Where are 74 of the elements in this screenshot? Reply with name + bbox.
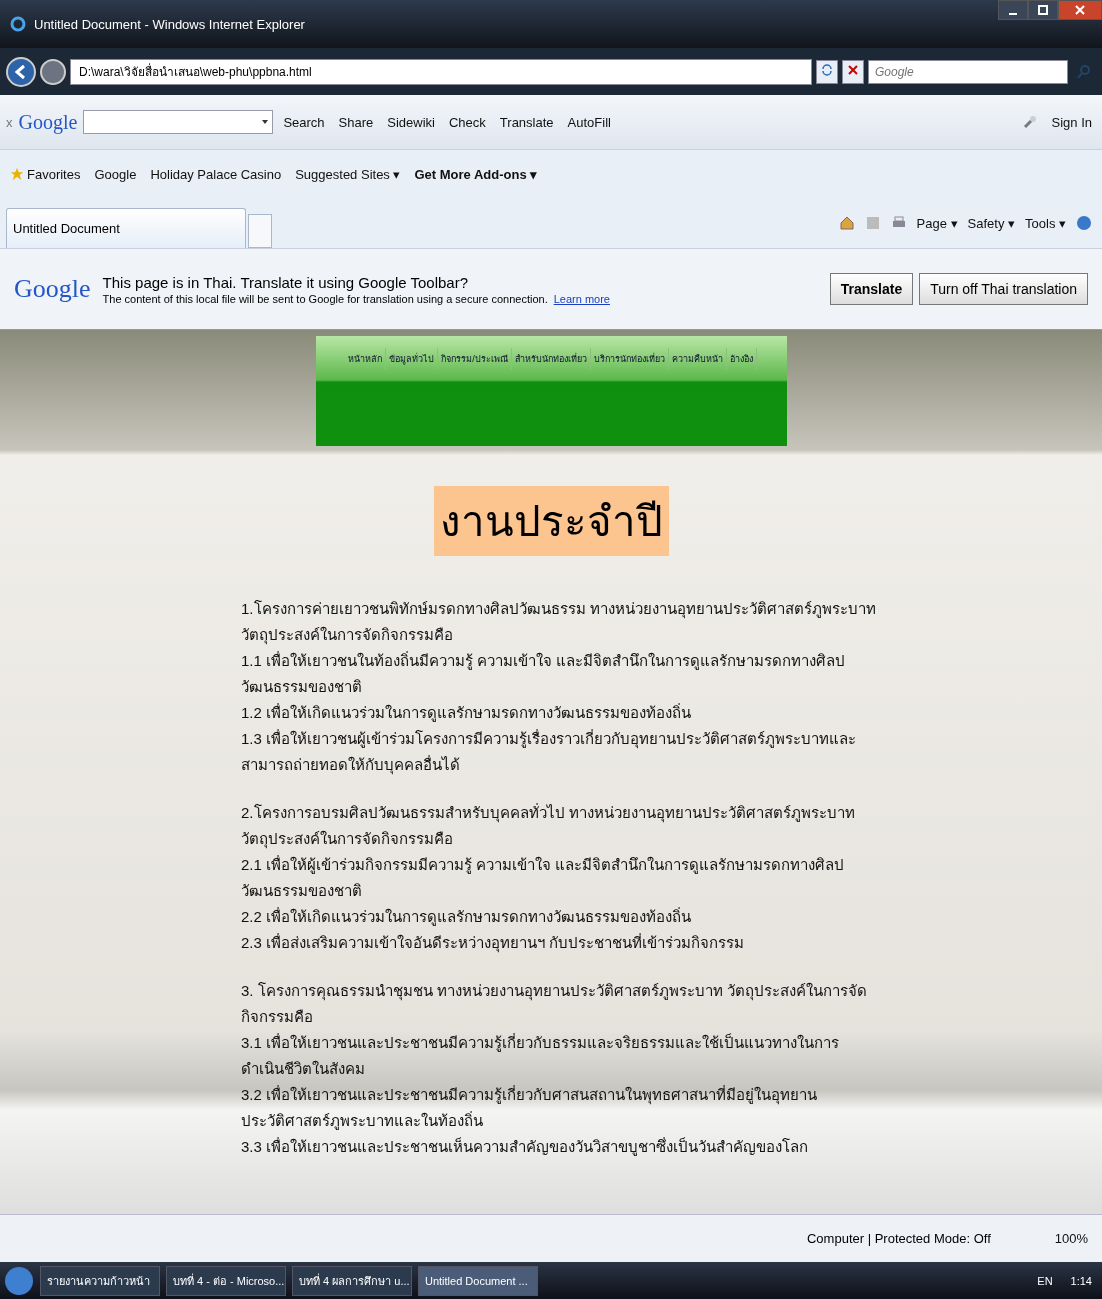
site-nav-link[interactable]: สำหรับนักท่องเที่ยว — [511, 348, 591, 370]
favorite-link[interactable]: Google — [90, 164, 141, 184]
refresh-icon — [821, 64, 833, 76]
body-text: 3.1 เพื่อให้เยาวชนและประชาชนมีความรู้เกี่ยวกับธรรมและจริยธรรมและใช้เป็นแนวทางในการดำเนินชีวิตในสังคม — [241, 1032, 841, 1079]
stop-icon — [847, 64, 859, 76]
site-nav-link[interactable]: ความคืบหน้า — [668, 348, 727, 370]
command-button[interactable]: Page ▾ — [912, 213, 962, 233]
favorite-link[interactable]: Get More Add-ons ▾ — [410, 164, 542, 184]
star-icon — [10, 167, 24, 181]
google-logo: Google — [14, 274, 91, 304]
home-icon[interactable] — [838, 215, 855, 231]
sign-in-button[interactable]: Sign In — [1047, 112, 1096, 132]
translate-detail: The content of this local file will be sent to Google for translation using a secure connection. — [102, 292, 548, 305]
favorites-button[interactable]: Favorites — [6, 164, 85, 184]
toolbar-button[interactable]: Translate — [495, 112, 558, 132]
command-button[interactable]: Safety ▾ — [963, 213, 1020, 233]
learn-more-link[interactable]: Learn more — [553, 292, 610, 305]
toolbar-button[interactable]: Check — [445, 112, 490, 132]
minimize-button[interactable] — [998, 0, 1028, 20]
wrench-icon[interactable] — [1021, 114, 1038, 130]
address-text: D:\wara\วิจัยสื่อนำเสนอ\web-phu\ppbna.html — [79, 62, 312, 81]
taskbar-button[interactable]: รายงานความก้าวหน้า — [40, 1265, 160, 1296]
body-text: 3. โครงการคุณธรรมนำชุมชน ทางหน่วยงานอุทยานประวัติศาสตร์ภูพระบาท วัตถุประสงค์ในการจัดกิจกรรมคือ — [241, 981, 868, 1027]
translate-message: This page is in Thai. Translate it using Google Toolbar? — [102, 273, 470, 291]
body-text: 3.2 เพื่อให้เยาวชนและประชาชนมีความรู้เกี่ยวกับศาสนสถานในพุทธศาสนาที่มีอยู่ในอุทยานประวัติศาสตร์ภูพระบาทและในท้องถิ่น — [241, 1084, 819, 1132]
toolbar-button[interactable]: Sidewiki — [383, 112, 439, 132]
body-text: 1.3 เพื่อให้เยาวชนผู้เข้าร่วมโครงการมีความรู้เรื่องราวเกี่ยวกับอุทยานประวัติศาสตร์ภูพระบาทและสามารถถ่ายทอดให้กับบุคคลอื่นได้ — [241, 728, 858, 777]
back-button[interactable] — [6, 56, 36, 87]
site-nav-link[interactable]: กิจกรรม/ประเพณี — [438, 348, 512, 370]
stop-button[interactable] — [842, 59, 864, 84]
body-text: 1.2 เพื่อให้เกิดแนวร่วมในการดูแลรักษามรดกทางวัฒนธรรมของท้องถิ่น — [241, 702, 693, 724]
refresh-button[interactable] — [816, 59, 838, 84]
dropdown-icon[interactable] — [261, 118, 270, 126]
toolbar-button[interactable]: Search — [279, 112, 329, 132]
site-nav-link[interactable]: หน้าหลัก — [345, 348, 387, 370]
body-text: 1.1 เพื่อให้เยาวชนในท้องถิ่นมีความรู้ ความเข้าใจ และมีจิตสำนึกในการดูแลรักษามรดกทางศิลปวัฒนธรรมของชาติ — [241, 650, 847, 697]
site-nav-link[interactable]: บริการนักท่องเที่ยว — [590, 348, 669, 370]
window-title: Untitled Document - Windows Internet Explorer — [34, 16, 305, 32]
clock: 1:14 — [1070, 1274, 1092, 1287]
body-text: 2.1 เพื่อให้ผู้เข้าร่วมกิจกรรมมีความรู้ ความเข้าใจ และมีจิตสำนึกในการดูแลรักษามรดกทางศิลปวัฒนธรรมของชาติ — [241, 854, 846, 901]
body-text: 2.โครงการอบรมศิลปวัฒนธรรมสำหรับบุคคลทั่วไป ทางหน่วยงานอุทยานประวัติศาสตร์ภูพระบาท วัตถุประสงค์ในการจัดกิจกรรมคือ — [241, 802, 856, 851]
browser-icon — [10, 16, 26, 32]
site-nav-link[interactable]: ข้อมูลทั่วไป — [386, 348, 439, 370]
translate-bar-button[interactable]: Translate — [829, 273, 914, 305]
close-button[interactable] — [1058, 0, 1102, 20]
toolbar-button[interactable]: Share — [334, 112, 378, 132]
body-text: 3.3 เพื่อให้เยาวชนและประชาชนเห็นความสำคัญของวันวิสาขบูชาซึ่งเป็นวันสำคัญของโลก — [241, 1136, 810, 1158]
site-nav-link[interactable]: อ้างอิง — [726, 348, 757, 370]
browser-tab[interactable]: Untitled Document — [6, 208, 246, 248]
taskbar-button[interactable]: Untitled Document ... — [418, 1265, 538, 1296]
taskbar-button[interactable]: บทที่ 4 - ต่อ - Microso... — [166, 1265, 286, 1296]
google-logo: Google — [18, 110, 78, 134]
toolbar-button[interactable]: AutoFill — [563, 112, 615, 132]
zoom-button[interactable]: 100% — [1050, 1229, 1092, 1248]
body-text: 1.โครงการค่ายเยาวชนพิทักษ์มรดกทางศิลปวัฒนธรรม ทางหน่วยงานอุทยานประวัติศาสตร์ภูพระบาท วัตถุประสงค์ในการจัดกิจกรรมคือ — [241, 599, 877, 647]
maximize-button[interactable] — [1028, 0, 1058, 20]
favorite-link[interactable]: Holiday Palace Casino — [146, 164, 286, 184]
close-icon — [1075, 4, 1085, 15]
minimize-icon — [1009, 12, 1017, 15]
translate-bar-button[interactable]: Turn off Thai translation — [919, 273, 1088, 305]
command-button[interactable]: Tools ▾ — [1021, 213, 1070, 233]
language-indicator: EN — [1037, 1274, 1053, 1287]
close-toolbar-button[interactable]: x — [6, 114, 13, 130]
body-text: 2.2 เพื่อให้เกิดแนวร่วมในการดูแลรักษามรดกทางวัฒนธรรมของท้องถิ่น — [241, 906, 693, 928]
toolbar-search-field[interactable] — [83, 110, 274, 134]
security-zone-text: Computer | Protected Mode: Off — [806, 1231, 991, 1246]
page-heading: งานประจำปี — [433, 486, 669, 556]
address-field[interactable]: D:\wara\วิจัยสื่อนำเสนอ\web-phu\ppbna.html — [70, 58, 812, 85]
favorite-link[interactable]: Suggested Sites ▾ — [291, 164, 405, 184]
maximize-icon — [1038, 4, 1048, 15]
body-text: 2.3 เพื่อส่งเสริมความเข้าใจอันดีระหว่างอุทยานฯ กับประชาชนที่เข้าร่วมกิจกรรม — [241, 932, 746, 955]
taskbar-button[interactable]: บทที่ 4 ผลการศึกษา u... — [292, 1265, 412, 1296]
forward-button[interactable] — [40, 58, 66, 85]
search-field[interactable]: Google — [868, 59, 1068, 84]
